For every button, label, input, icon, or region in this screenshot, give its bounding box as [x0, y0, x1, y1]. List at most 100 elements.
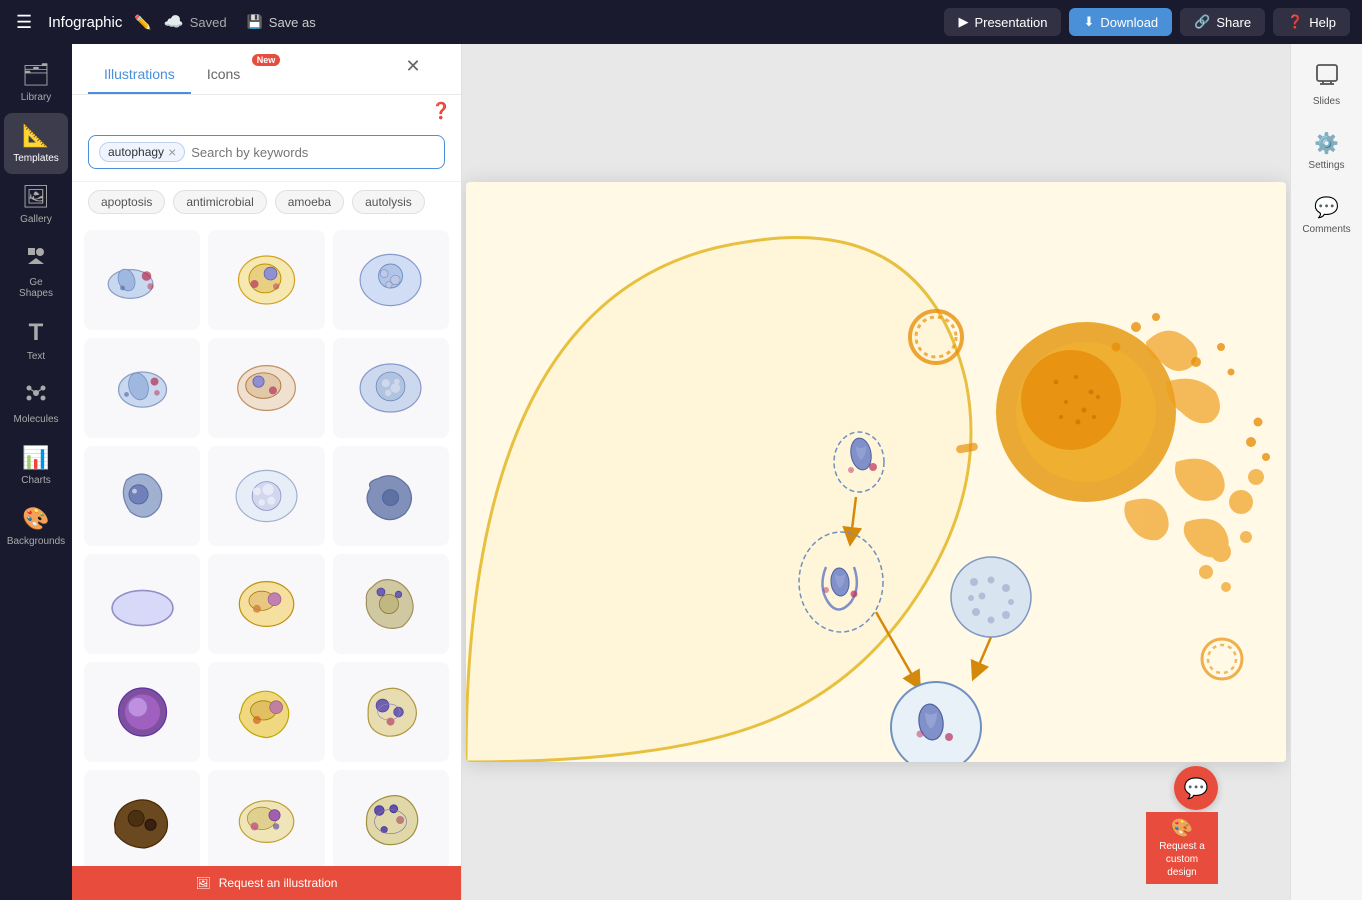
right-sidebar: Slides ⚙️ Settings 💬 Comments: [1290, 44, 1362, 900]
canvas-content: [466, 182, 1286, 762]
suggestion-apoptosis[interactable]: apoptosis: [88, 190, 165, 214]
illustrations-grid: [72, 222, 461, 866]
panel-help-button[interactable]: ❓: [429, 99, 453, 123]
shapes-icon: [25, 245, 47, 273]
illustration-3[interactable]: [333, 230, 449, 330]
play-icon: ▶: [958, 14, 968, 30]
sidebar-label-shapes: Ge Shapes: [12, 277, 60, 299]
save-status: ☁️ Saved: [164, 12, 227, 32]
saveas-button[interactable]: 💾 Save as: [239, 10, 324, 34]
saveas-label: Save as: [269, 15, 316, 30]
share-icon: 🔗: [1194, 14, 1210, 30]
slides-button[interactable]: Slides: [1295, 52, 1359, 117]
illustration-5[interactable]: [208, 338, 324, 438]
search-tag-autophagy: autophagy ×: [99, 142, 185, 162]
saved-label: Saved: [190, 15, 227, 30]
suggestion-antimicrobial[interactable]: antimicrobial: [173, 190, 266, 214]
panel-subheader: ❓: [72, 95, 461, 123]
sidebar-item-molecules[interactable]: Molecules: [4, 372, 68, 435]
illustration-7[interactable]: [84, 446, 200, 546]
templates-icon: 📐: [22, 123, 49, 149]
request-illus-icon: 🖼: [196, 876, 211, 890]
grid-row-3: [84, 446, 449, 546]
menu-button[interactable]: ☰: [12, 8, 36, 37]
illustration-17[interactable]: [208, 770, 324, 866]
illustrations-panel: Illustrations Icons New ✕ ❓ autophagy ×: [72, 44, 462, 900]
edit-title-icon[interactable]: ✏️: [134, 14, 151, 31]
comments-icon: 💬: [1314, 195, 1339, 220]
tab-icons[interactable]: Icons New: [191, 56, 256, 94]
request-custom-label: Request a custom design: [1150, 840, 1214, 879]
tag-remove-button[interactable]: ×: [168, 145, 176, 159]
topbar-right: ▶ Presentation ⬇ Download 🔗 Share ❓ Help: [944, 8, 1350, 36]
charts-icon: 📊: [22, 445, 49, 471]
share-label: Share: [1216, 15, 1251, 30]
grid-row-6: [84, 770, 449, 866]
panel-header: Illustrations Icons New ✕: [72, 44, 461, 95]
slides-icon: [1315, 62, 1339, 92]
sidebar-item-charts[interactable]: 📊 Charts: [4, 435, 68, 496]
suggestion-autolysis[interactable]: autolysis: [352, 190, 425, 214]
settings-icon: ⚙️: [1314, 131, 1339, 156]
text-icon: T: [29, 319, 44, 347]
main-area: 🗂 Library 📐 Templates 🖼 Gallery Ge Shape…: [0, 44, 1362, 900]
sidebar-label-gallery: Gallery: [20, 214, 52, 225]
illustration-18[interactable]: [333, 770, 449, 866]
grid-row-5: [84, 662, 449, 762]
topbar: ☰ Infographic ✏️ ☁️ Saved 💾 Save as ▶ Pr…: [0, 0, 1362, 44]
search-input[interactable]: [191, 145, 434, 160]
request-custom-button[interactable]: 🎨 Request a custom design: [1146, 812, 1218, 884]
share-button[interactable]: 🔗 Share: [1180, 8, 1265, 36]
illustration-13[interactable]: [84, 662, 200, 762]
comments-label: Comments: [1302, 224, 1350, 235]
illustration-16[interactable]: [84, 770, 200, 866]
help-button[interactable]: ❓ Help: [1273, 8, 1350, 36]
illustration-14[interactable]: [208, 662, 324, 762]
sidebar-item-gallery[interactable]: 🖼 Gallery: [4, 174, 68, 235]
library-icon: 🗂: [22, 62, 50, 88]
illustration-9[interactable]: [333, 446, 449, 546]
illustration-10[interactable]: [84, 554, 200, 654]
slides-label: Slides: [1313, 96, 1340, 107]
illustration-15[interactable]: [333, 662, 449, 762]
sidebar-item-backgrounds[interactable]: 🎨 Backgrounds: [4, 496, 68, 557]
illustration-6[interactable]: [333, 338, 449, 438]
download-icon: ⬇: [1083, 14, 1094, 30]
chat-button[interactable]: 💬: [1174, 766, 1218, 810]
gallery-icon: 🖼: [22, 184, 50, 210]
sidebar-item-shapes[interactable]: Ge Shapes: [4, 235, 68, 309]
illustration-2[interactable]: [208, 230, 324, 330]
sidebar-item-library[interactable]: 🗂 Library: [4, 52, 68, 113]
backgrounds-icon: 🎨: [22, 506, 49, 532]
comments-button[interactable]: 💬 Comments: [1295, 185, 1359, 245]
icons-tab-label: Icons: [207, 66, 240, 82]
tab-illustrations[interactable]: Illustrations: [88, 56, 191, 94]
new-badge: New: [252, 54, 281, 66]
settings-button[interactable]: ⚙️ Settings: [1295, 121, 1359, 181]
request-illustration-bar[interactable]: 🖼 Request an illustration: [72, 866, 461, 900]
grid-row-2: [84, 338, 449, 438]
illustration-11[interactable]: [208, 554, 324, 654]
download-button[interactable]: ⬇ Download: [1069, 8, 1172, 36]
grid-row-1: [84, 230, 449, 330]
main-canvas[interactable]: [466, 182, 1286, 762]
illustration-8[interactable]: [208, 446, 324, 546]
illustration-12[interactable]: [333, 554, 449, 654]
sidebar-item-templates[interactable]: 📐 Templates: [4, 113, 68, 174]
help-icon: ❓: [1287, 14, 1303, 30]
settings-label: Settings: [1308, 160, 1344, 171]
suggestions-area: apoptosis antimicrobial amoeba autolysis: [72, 182, 461, 222]
illustration-1[interactable]: [84, 230, 200, 330]
sidebar-label-library: Library: [21, 92, 52, 103]
suggestion-amoeba[interactable]: amoeba: [275, 190, 344, 214]
search-box: autophagy ×: [88, 135, 445, 169]
panel-close-button[interactable]: ✕: [401, 54, 425, 78]
grid-row-4: [84, 554, 449, 654]
sidebar-label-text: Text: [27, 351, 45, 362]
sidebar-item-text[interactable]: T Text: [4, 309, 68, 372]
doc-title: Infographic: [48, 14, 122, 31]
presentation-button[interactable]: ▶ Presentation: [944, 8, 1061, 36]
illustration-4[interactable]: [84, 338, 200, 438]
help-label: Help: [1309, 15, 1336, 30]
search-area: autophagy ×: [72, 123, 461, 182]
